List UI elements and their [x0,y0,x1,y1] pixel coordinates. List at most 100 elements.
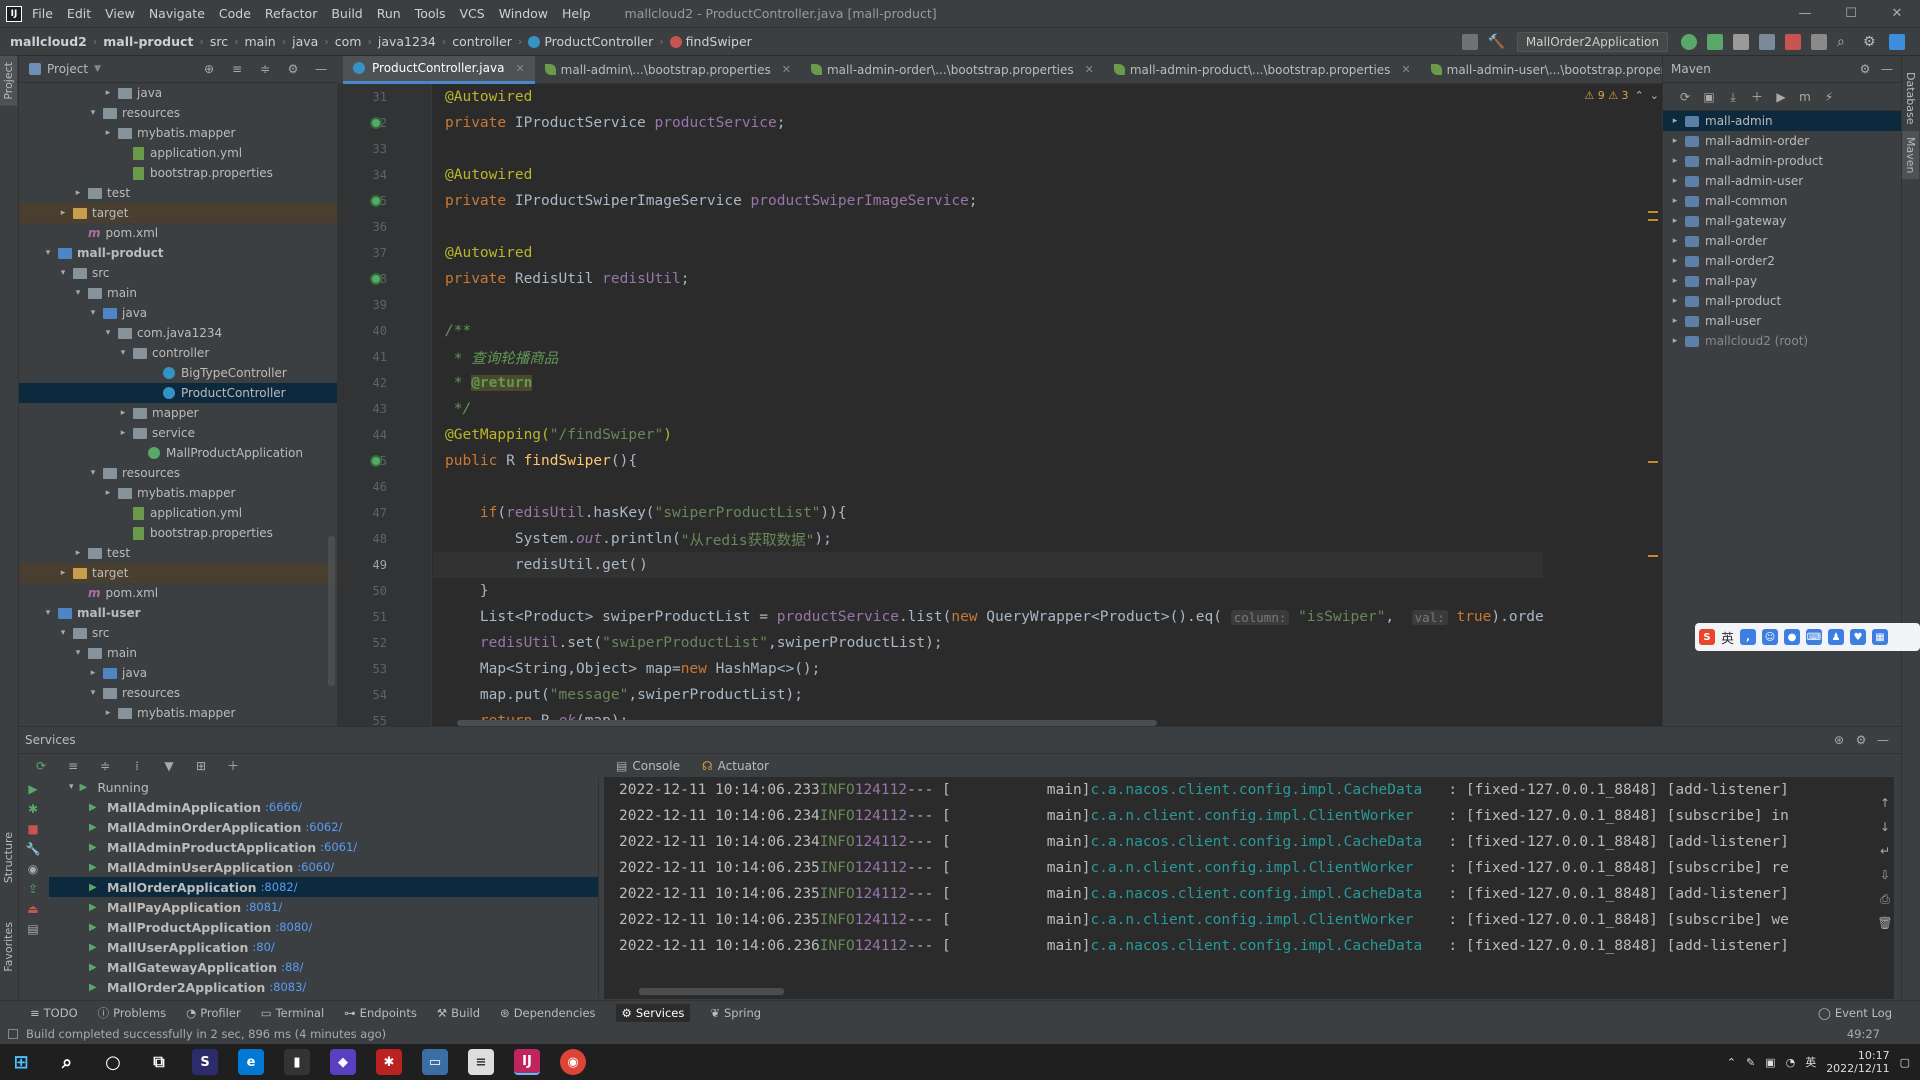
punctuation-icon[interactable]: , [1740,629,1757,645]
menu-item-code[interactable]: Code [219,6,251,21]
intellij-idea-icon[interactable]: IJ [514,1049,540,1075]
code-line[interactable] [433,474,1543,500]
bottom-tab-todo[interactable]: ≡ TODO [30,1006,78,1020]
locate-icon[interactable]: ⊕ [201,61,217,77]
service-app[interactable]: ▶ MallAdminProductApplication:6061/ [49,837,598,857]
tree-node[interactable]: ▾ java [19,303,337,323]
code-line[interactable]: private RedisUtil redisUtil; [433,266,1543,292]
breadcrumb-item[interactable]: java [292,34,318,49]
tree-node[interactable]: ▸ mybatis.mapper [19,123,337,143]
service-app[interactable]: ▶ MallAdminUserApplication:6060/ [49,857,598,877]
service-app-port-link[interactable]: :6061/ [320,840,357,854]
breadcrumb-item[interactable]: ProductController [528,34,653,49]
code-line[interactable]: private IProductSwiperImageService produ… [433,188,1543,214]
tree-node[interactable]: ▾ main [19,643,337,663]
print-icon[interactable]: ⎙ [1877,891,1893,907]
notification-icon[interactable]: ▢ [1900,1056,1910,1069]
chevron-down-icon[interactable]: ▾ [42,248,54,258]
service-app[interactable]: ▶ MallPayApplication:8081/ [49,897,598,917]
tree-node[interactable]: ▸ service [19,423,337,443]
tree-node[interactable]: ▾ mall-product [19,243,337,263]
tree-node[interactable]: ▾ controller [19,343,337,363]
chevron-right-icon[interactable]: ▸ [102,488,114,498]
skin-icon[interactable]: ♥ [1850,629,1867,645]
debug-icon[interactable] [1707,33,1723,50]
tree-node[interactable]: bootstrap.properties [19,163,337,183]
spring-bean-icon[interactable] [370,195,382,207]
settings-gear-icon[interactable]: ⚙ [1857,61,1873,77]
console-horizontal-scrollbar[interactable] [639,988,784,995]
menu-item-run[interactable]: Run [377,6,401,21]
maven-module[interactable]: ▸ mall-common [1663,191,1901,211]
breadcrumb-item[interactable]: src [210,34,228,49]
chevron-right-icon[interactable]: ▸ [1669,336,1681,346]
service-app-port-link[interactable]: :8081/ [245,900,282,914]
chevron-right-icon[interactable]: ▸ [1669,216,1681,226]
tree-node[interactable]: ProductController [19,383,337,403]
tree-node[interactable]: ▾ src [19,263,337,283]
add-icon[interactable]: ＋ [1749,89,1765,105]
code-line[interactable]: map.put("message" ,swiperProductList); [433,682,1543,708]
code-line[interactable]: public R findSwiper(){ [433,448,1543,474]
chevron-down-icon[interactable]: ▾ [102,328,114,338]
maven-goal-icon[interactable]: m [1797,89,1813,105]
editor-tab[interactable]: mall-admin-order\...\bootstrap.propertie… [801,56,1104,84]
toggle-offline-icon[interactable]: ⚡ [1821,89,1837,105]
settings-gear-icon[interactable]: ⚙ [1853,732,1869,748]
chevron-down-icon[interactable]: ▼ [94,64,101,74]
code-line[interactable] [433,136,1543,162]
code-line[interactable]: @GetMapping("/findSwiper") [433,422,1543,448]
menu-item-window[interactable]: Window [499,6,548,21]
code-line[interactable]: /** [433,318,1543,344]
bottom-tab-services[interactable]: ⚙ Services [615,1003,691,1022]
caret-position[interactable]: 49:27 [1847,1027,1880,1041]
group-by-icon[interactable]: ⁞ [129,758,145,774]
code-line[interactable]: * 查询轮播商品 [433,344,1543,370]
chevron-up-icon[interactable]: ⌃ [1635,89,1644,102]
generate-sources-icon[interactable]: ▣ [1701,89,1717,105]
chevron-down-icon[interactable]: ▾ [117,348,129,358]
tree-node[interactable]: ▸ mybatis.mapper [19,483,337,503]
console-log[interactable]: 2022-12-11 10:14:06.233 INFO 124112 --- … [604,777,1894,959]
tree-node[interactable]: ▾ resources [19,103,337,123]
soft-wrap-icon[interactable]: ↵ [1877,843,1893,859]
code-line[interactable] [433,292,1543,318]
down-arrow-icon[interactable]: ↓ [1877,819,1893,835]
scroll-to-end-icon[interactable]: ⇩ [1877,867,1893,883]
chevron-right-icon[interactable]: ▸ [102,128,114,138]
service-app[interactable]: ▶ MallOrderApplication:8082/ [49,877,598,897]
chevron-right-icon[interactable]: ▸ [57,568,69,578]
ime-icon[interactable]: 英 [1805,1054,1816,1070]
console-tab[interactable]: ▤ Console [616,759,680,773]
expand-all-icon[interactable]: ≡ [229,61,245,77]
service-app-port-link[interactable]: :8080/ [275,920,312,934]
windows-start-icon[interactable]: ⊞ [8,1049,34,1075]
bottom-tab-dependencies[interactable]: ⊛ Dependencies [500,1006,595,1020]
maven-module[interactable]: ▸ mall-order2 [1663,251,1901,271]
chevron-down-icon[interactable]: ▾ [87,688,99,698]
service-app-port-link[interactable]: :80/ [252,940,274,954]
service-app[interactable]: ▶ MallUserApplication:80/ [49,937,598,957]
volume-icon[interactable]: ◔ [1786,1056,1796,1069]
search-icon[interactable]: ⌕ [1837,34,1853,50]
tree-node[interactable]: BigTypeController [19,363,337,383]
run-maven-icon[interactable]: ▶ [1773,89,1789,105]
chevron-down-icon[interactable]: ▾ [42,608,54,618]
user-icon[interactable] [1461,33,1478,50]
inspection-widget[interactable]: ⚠ 9 ⚠ 3 ⌃ ⌄ [1584,89,1659,102]
chevron-right-icon[interactable]: ▸ [87,668,99,678]
settings-gear-icon[interactable]: ⚙ [285,61,301,77]
minimize-icon[interactable]: — [1782,6,1828,21]
maven-module[interactable]: ▸ mall-product [1663,291,1901,311]
code-line[interactable]: @Autowired [433,162,1543,188]
edge-icon[interactable]: e [238,1049,264,1075]
chevron-right-icon[interactable]: ▸ [1669,136,1681,146]
code-line[interactable]: */ [433,396,1543,422]
tree-node[interactable]: ▾ resources [19,463,337,483]
chevron-right-icon[interactable]: ▸ [1669,236,1681,246]
close-icon[interactable]: ✕ [782,63,791,76]
favorites-tool-tab[interactable]: Favorites [0,916,17,978]
spring-bean-icon[interactable] [370,273,382,285]
chevron-right-icon[interactable]: ▸ [57,208,69,218]
code-line[interactable]: redisUtil .set("swiperProductList" ,swiper… [433,630,1543,656]
